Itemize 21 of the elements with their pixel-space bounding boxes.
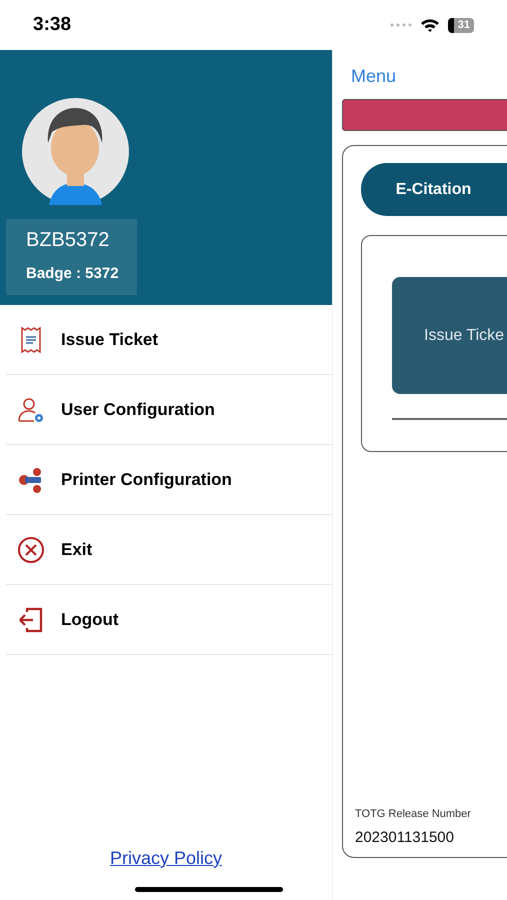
status-time: 3:38 bbox=[33, 12, 72, 37]
logout-icon bbox=[17, 606, 45, 634]
battery-indicator: 31 bbox=[448, 18, 474, 32]
drawer-menu-item[interactable]: Logout bbox=[6, 585, 332, 655]
receipt-icon bbox=[19, 326, 43, 354]
release-label: TOTG Release Number bbox=[355, 807, 472, 822]
signal-icon bbox=[390, 22, 412, 28]
e-citation-tab[interactable]: E-Citation bbox=[361, 163, 507, 216]
user-id: BZB5372 bbox=[26, 228, 110, 252]
drawer-menu-item[interactable]: Exit bbox=[6, 515, 332, 585]
drawer-menu-item[interactable]: Issue Ticket bbox=[6, 305, 332, 375]
close-icon bbox=[17, 536, 45, 564]
release-number: 202301131500 bbox=[355, 828, 455, 848]
wifi-icon bbox=[420, 18, 440, 32]
drawer-menu-item[interactable]: Printer Configuration bbox=[6, 445, 332, 515]
menu-button[interactable]: Menu bbox=[351, 63, 507, 89]
user-gear-icon bbox=[17, 396, 45, 424]
drawer-menu-item[interactable]: User Configuration bbox=[6, 375, 332, 445]
issue-ticket-tile[interactable]: Issue Ticke bbox=[392, 277, 507, 394]
privacy-policy-link[interactable]: Privacy Policy bbox=[110, 845, 222, 872]
badge-number: Badge : 5372 bbox=[26, 264, 117, 284]
